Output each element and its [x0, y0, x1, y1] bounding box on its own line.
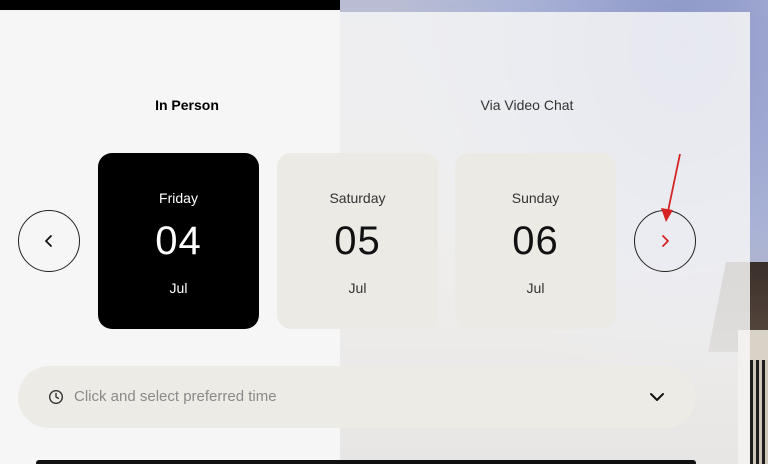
submit-button-edge[interactable] [36, 460, 696, 464]
tab-video-chat[interactable]: Via Video Chat [470, 97, 584, 113]
chevron-left-icon [45, 235, 52, 247]
date-weekday: Friday [159, 190, 198, 206]
date-day-number: 05 [334, 219, 381, 263]
chevron-right-icon [662, 235, 669, 247]
date-day-number: 06 [512, 219, 559, 263]
time-select-placeholder: Click and select preferred time [74, 388, 277, 405]
date-weekday: Saturday [329, 190, 386, 206]
tab-in-person[interactable]: In Person [140, 97, 234, 113]
clock-icon [48, 389, 64, 405]
date-month: Jul [348, 280, 367, 296]
date-month: Jul [526, 280, 545, 296]
chevron-down-icon[interactable] [648, 390, 666, 404]
date-card-sunday[interactable]: Sunday 06 Jul [455, 153, 616, 329]
next-date-button[interactable] [634, 210, 696, 272]
preferred-time-select[interactable]: Click and select preferred time [18, 366, 696, 428]
date-month: Jul [169, 280, 188, 296]
date-card-saturday[interactable]: Saturday 05 Jul [277, 153, 438, 329]
date-weekday: Sunday [511, 190, 560, 206]
house-fence [750, 360, 768, 464]
prev-date-button[interactable] [18, 210, 80, 272]
date-card-friday[interactable]: Friday 04 Jul [98, 153, 259, 329]
date-day-number: 04 [155, 219, 202, 263]
header-strip [0, 0, 340, 10]
